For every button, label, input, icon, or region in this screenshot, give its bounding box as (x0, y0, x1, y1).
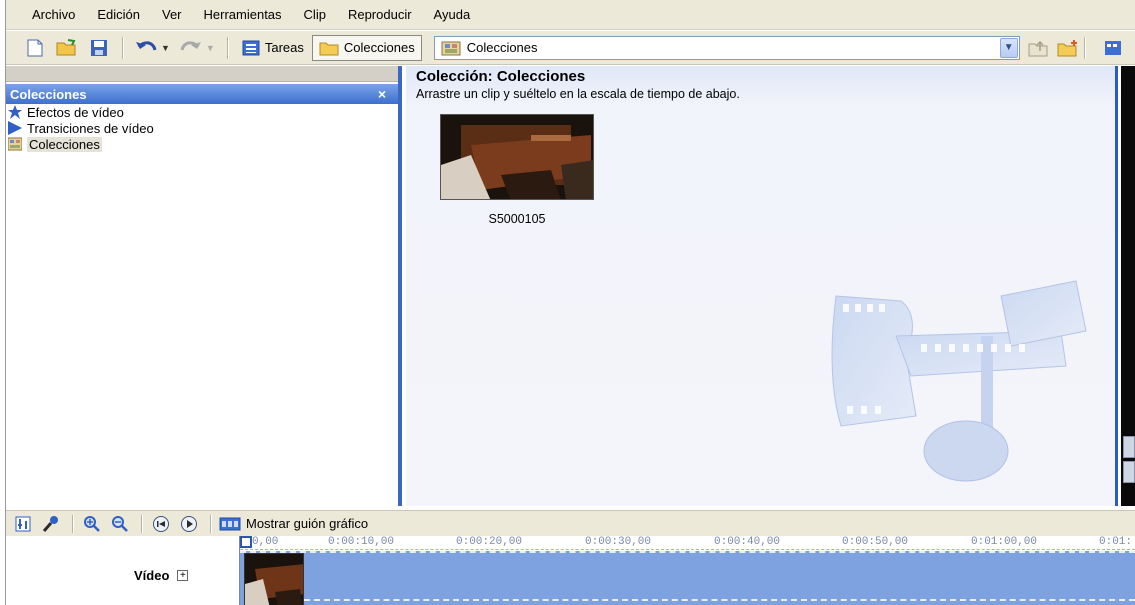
ruler-tick: 0:01: (1099, 536, 1133, 548)
timeline-toolbar: Mostrar guión gráfico (6, 510, 1135, 536)
timeline-separator (210, 514, 211, 533)
expand-icon[interactable]: + (177, 570, 189, 581)
microphone-icon (42, 515, 58, 532)
undo-dropdown-icon[interactable]: ▼ (161, 43, 170, 53)
ruler-tick: 0:00:20,00 (456, 536, 523, 548)
undo-button[interactable] (133, 36, 159, 60)
storyboard-icon (219, 517, 241, 530)
clip-name: S5000105 (488, 212, 546, 226)
collection-title: Colección: Colecciones (416, 68, 586, 85)
views-button[interactable] (1101, 36, 1125, 60)
views-icon (1104, 40, 1121, 55)
combo-value: Colecciones (466, 40, 538, 55)
collection-icon (8, 137, 22, 151)
menu-ayuda[interactable]: Ayuda (423, 7, 482, 22)
ruler-tick: 0:00:50,00 (842, 536, 909, 548)
menu-ver[interactable]: Ver (151, 7, 193, 22)
storyboard-label: Mostrar guión gráfico (246, 516, 369, 531)
video-track-header: Vídeo + (134, 568, 189, 583)
collections-pane: Colecciones × Efectos de vídeo Transicio… (6, 66, 402, 506)
star-icon (8, 105, 22, 119)
ruler-tick: 0:00:30,00 (585, 536, 652, 548)
up-folder-icon (1028, 40, 1048, 56)
preview-monitor-edge (1121, 66, 1135, 506)
transition-icon (8, 121, 22, 135)
ruler-tick: 0:01:00,00 (971, 536, 1038, 548)
tree-item-video-effects[interactable]: Efectos de vídeo (6, 104, 398, 120)
tree-item-video-transitions[interactable]: Transiciones de vídeo (6, 120, 398, 136)
menu-archivo[interactable]: Archivo (6, 7, 86, 22)
narrate-button[interactable] (40, 514, 62, 534)
play-button[interactable] (178, 514, 200, 534)
pane-gripper (6, 66, 398, 82)
close-icon[interactable]: × (378, 86, 386, 102)
show-storyboard-button[interactable]: Mostrar guión gráfico (219, 516, 368, 531)
tasks-icon (242, 40, 260, 55)
new-folder-icon (1057, 39, 1077, 56)
zoom-out-button[interactable] (109, 514, 131, 534)
save-icon (91, 39, 107, 56)
track-divider (304, 599, 1135, 601)
tasks-label: Tareas (264, 40, 304, 55)
redo-dropdown-icon[interactable]: ▼ (206, 43, 215, 53)
timeline-separator (141, 514, 142, 533)
save-project-button[interactable] (86, 36, 112, 60)
music-film-watermark-icon (831, 280, 1087, 482)
chevron-down-icon[interactable]: ▼ (999, 37, 1018, 58)
collection-content-pane: Colección: Colecciones Arrastre un clip … (406, 66, 1118, 506)
timeline-separator (72, 514, 73, 533)
preview-control-button[interactable] (1123, 461, 1135, 483)
set-audio-levels-button[interactable] (12, 514, 34, 534)
video-track[interactable] (240, 551, 1135, 605)
tree-item-label: Colecciones (27, 136, 102, 152)
main-toolbar: ▼ ▼ Tareas Colecciones Colecciones ▼ (6, 31, 1135, 65)
pane-title: Colecciones (10, 86, 87, 102)
redo-icon (180, 40, 201, 50)
tree-item-label: Efectos de vídeo (27, 104, 124, 120)
ruler-tick: 0:00:40,00 (714, 536, 781, 548)
new-folder-button[interactable] (1056, 36, 1080, 60)
menu-bar: Archivo Edición Ver Herramientas Clip Re… (6, 0, 1135, 30)
menu-edicion[interactable]: Edición (86, 7, 151, 22)
up-level-button[interactable] (1026, 36, 1050, 60)
zoom-out-icon (112, 515, 128, 532)
toolbar-separator (1083, 36, 1085, 59)
rewind-icon (153, 515, 169, 532)
preview-control-button[interactable] (1123, 436, 1135, 458)
folder-icon (319, 42, 339, 55)
menu-reproducir[interactable]: Reproducir (337, 7, 423, 22)
audio-levels-icon (15, 516, 31, 531)
open-folder-icon (56, 38, 76, 55)
new-document-icon (27, 39, 43, 56)
play-icon (181, 515, 197, 532)
zoom-in-icon (84, 515, 100, 532)
rewind-button[interactable] (150, 514, 172, 534)
collections-button-label: Colecciones (343, 40, 415, 55)
ruler-tick: 0:00:10,00 (328, 536, 395, 548)
pane-header: Colecciones × (6, 84, 398, 104)
timeline-clip[interactable] (244, 553, 304, 605)
timeline-track-headers: Vídeo + (6, 536, 240, 605)
tasks-button[interactable]: Tareas (238, 35, 308, 61)
collections-button[interactable]: Colecciones (311, 34, 422, 61)
playhead-indicator[interactable] (240, 536, 252, 548)
timeline-ruler[interactable]: 0,00 0:00:10,00 0:00:20,00 0:00:30,00 0:… (240, 536, 1135, 550)
tree-item-label: Transiciones de vídeo (27, 120, 154, 136)
redo-button[interactable] (178, 36, 204, 60)
collections-combo[interactable]: Colecciones ▼ (433, 35, 1020, 60)
collection-instructions: Arrastre un clip y suéltelo en la escala… (416, 87, 740, 101)
clip-thumbnail[interactable] (440, 114, 594, 200)
toolbar-separator (122, 36, 123, 59)
new-project-button[interactable] (22, 36, 48, 60)
ruler-tick: 0,00 (252, 536, 279, 548)
video-track-label: Vídeo (134, 568, 170, 583)
menu-clip[interactable]: Clip (293, 7, 337, 22)
collection-icon (441, 41, 461, 55)
tree-item-collections[interactable]: Colecciones (6, 136, 398, 152)
open-project-button[interactable] (54, 36, 80, 60)
undo-icon (136, 40, 157, 50)
menu-herramientas[interactable]: Herramientas (193, 7, 293, 22)
toolbar-separator (226, 36, 228, 59)
zoom-in-button[interactable] (81, 514, 103, 534)
